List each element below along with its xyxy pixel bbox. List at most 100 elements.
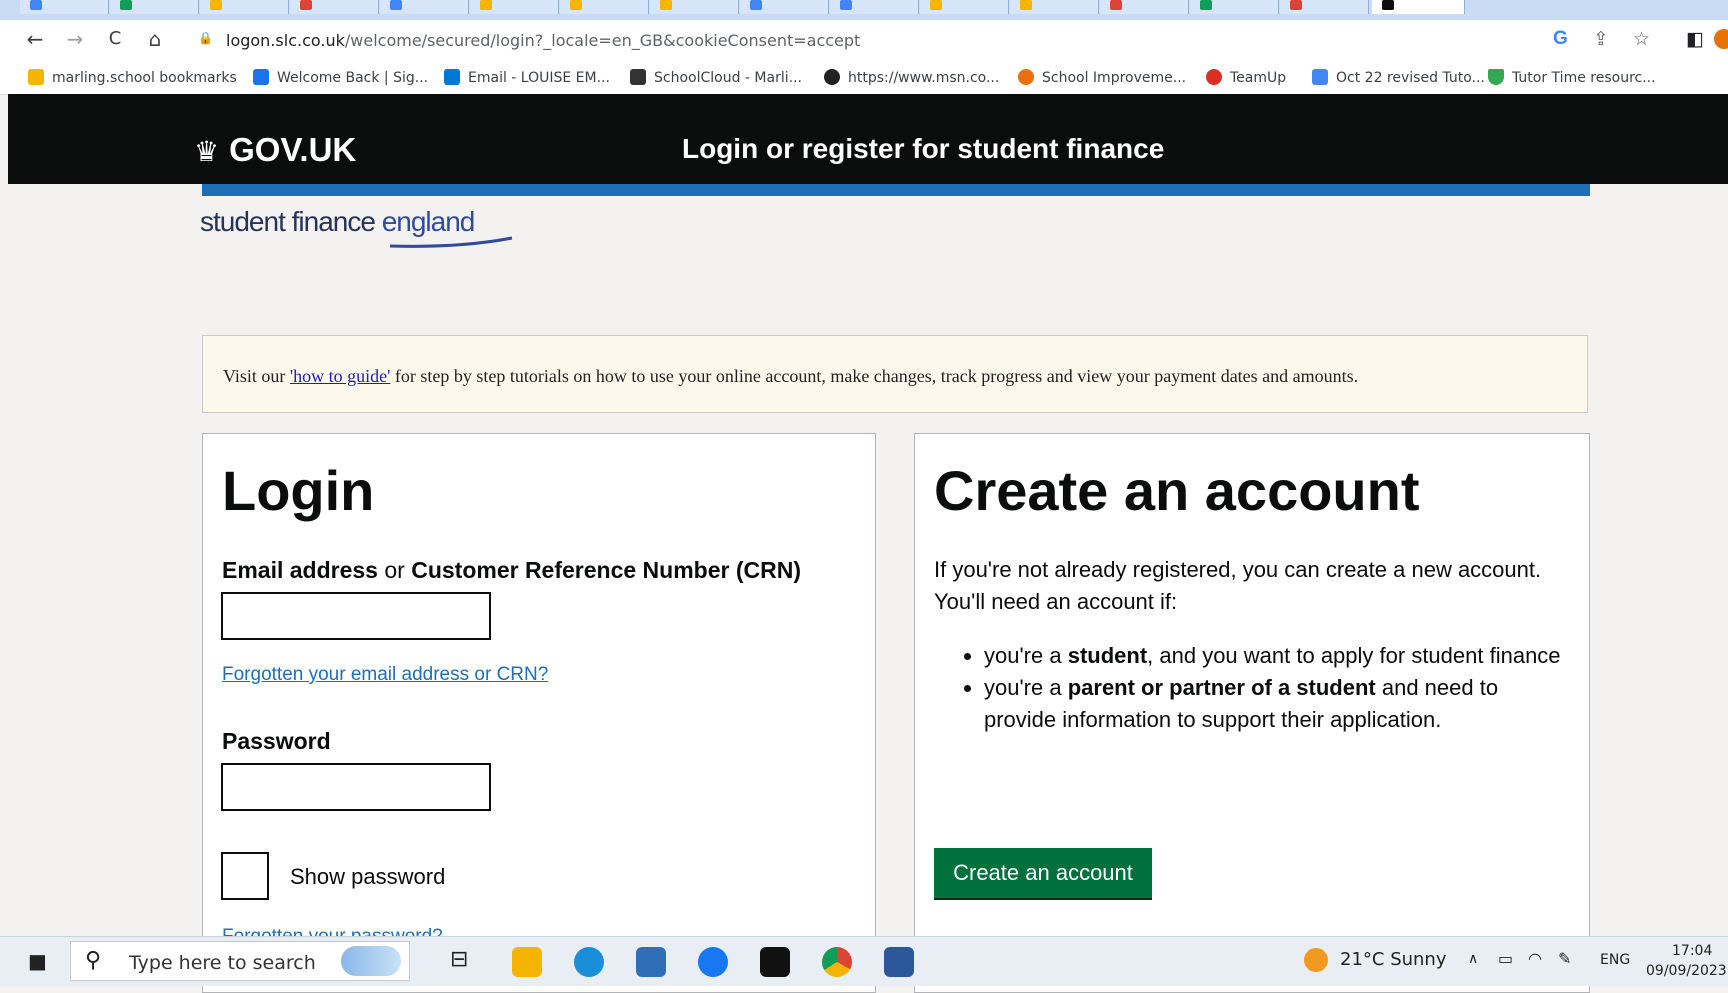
back-icon[interactable]: ← — [22, 26, 48, 52]
create-account-button[interactable]: Create an account — [934, 848, 1152, 898]
browser-tab[interactable] — [740, 0, 829, 14]
weather-widget[interactable]: 21°C Sunny — [1340, 949, 1447, 970]
browser-tab[interactable] — [200, 0, 289, 14]
tab-favicon-icon — [210, 0, 222, 10]
service-name[interactable]: Login or register for student finance — [682, 133, 1164, 165]
password-label: Password — [222, 728, 331, 754]
word-icon[interactable] — [884, 947, 914, 977]
search-placeholder: Type here to search — [129, 952, 316, 974]
folder-icon — [28, 69, 44, 85]
battery-icon[interactable]: ▭ — [1498, 949, 1513, 968]
address-bar[interactable]: 🔒 logon.slc.co.uk/welcome/secured/login?… — [186, 25, 1536, 53]
bookmark-favicon-icon — [630, 69, 646, 85]
profile-avatar[interactable] — [1714, 29, 1728, 49]
taskbar-search[interactable]: ⚲ Type here to search — [70, 941, 410, 981]
windows-start-icon[interactable]: ■ — [28, 949, 47, 973]
clock-date[interactable]: 09/09/2023 — [1646, 963, 1727, 979]
email-field[interactable] — [221, 592, 491, 640]
browser-tab[interactable] — [470, 0, 559, 14]
browser-tab[interactable] — [1100, 0, 1189, 14]
weather-sun-icon — [1304, 948, 1328, 972]
bookmark-label: School Improveme... — [1042, 70, 1187, 86]
netflix-icon[interactable] — [760, 947, 790, 977]
browser-tab[interactable] — [1280, 0, 1369, 14]
bookmark-label: Tutor Time resourc... — [1512, 70, 1656, 86]
tray-expand-icon[interactable]: ∧ — [1468, 951, 1478, 967]
facebook-icon[interactable] — [698, 947, 728, 977]
url-domain: logon.slc.co.uk — [226, 31, 345, 50]
show-password-checkbox[interactable] — [221, 852, 269, 900]
forward-icon[interactable]: → — [62, 26, 88, 52]
create-account-heading: Create an account — [934, 459, 1420, 522]
teamup-icon — [1206, 69, 1222, 85]
bookmark-item[interactable]: Tutor Time resourc... — [1488, 69, 1656, 86]
tab-favicon-icon — [390, 0, 402, 10]
bookmark-item[interactable]: School Improveme... — [1018, 69, 1186, 86]
bookmark-item[interactable]: SchoolCloud - Marli... — [630, 69, 802, 86]
tab-favicon-icon — [30, 0, 42, 10]
tab-favicon-icon — [840, 0, 852, 10]
browser-tab[interactable] — [20, 0, 109, 14]
browser-tab-active[interactable] — [1372, 0, 1465, 14]
browser-tab[interactable] — [920, 0, 1009, 14]
lock-icon: 🔒 — [198, 31, 213, 45]
tab-favicon-icon — [1020, 0, 1032, 10]
bookmark-star-icon[interactable]: ☆ — [1633, 28, 1650, 50]
bullet-bold: parent or partner of a student — [1067, 675, 1376, 700]
browser-tab[interactable] — [830, 0, 919, 14]
email-label-part2: Customer Reference Number (CRN) — [411, 557, 802, 583]
wifi-icon[interactable]: ◠ — [1528, 949, 1542, 968]
mail-icon[interactable] — [636, 947, 666, 977]
browser-tab[interactable] — [650, 0, 739, 14]
notice-banner: Visit our 'how to guide' for step by ste… — [202, 335, 1588, 413]
bookmark-label: Welcome Back | Sig... — [277, 70, 429, 86]
browser-tab[interactable] — [560, 0, 649, 14]
browser-tab[interactable] — [380, 0, 469, 14]
browser-tab[interactable] — [1010, 0, 1099, 14]
clock-time[interactable]: 17:04 — [1672, 943, 1712, 959]
bookmark-item[interactable]: Oct 22 revised Tuto... — [1312, 69, 1485, 86]
bookmark-favicon-icon — [1018, 69, 1034, 85]
task-view-icon[interactable]: ⊟ — [450, 947, 468, 972]
sidepanel-icon[interactable]: ◧ — [1686, 28, 1704, 50]
tab-favicon-icon — [1110, 0, 1122, 10]
bookmark-item[interactable]: TeamUp — [1206, 69, 1286, 86]
browser-tab[interactable] — [1190, 0, 1279, 14]
sfe-logo: student finance england — [200, 206, 513, 248]
password-field[interactable] — [221, 763, 491, 811]
pen-icon[interactable]: ✎ — [1558, 949, 1571, 968]
url-text: logon.slc.co.uk/welcome/secured/login?_l… — [226, 31, 860, 50]
search-highlight-icon — [341, 946, 401, 976]
bookmark-item[interactable]: Welcome Back | Sig... — [253, 69, 428, 86]
browser-tab[interactable] — [290, 0, 379, 14]
share-icon[interactable]: ⇪ — [1593, 28, 1609, 50]
chrome-icon[interactable] — [822, 947, 852, 977]
browser-toolbar: ← → C ⌂ 🔒 logon.slc.co.uk/welcome/secure… — [0, 20, 1728, 60]
bookmark-label: TeamUp — [1230, 70, 1287, 86]
tab-favicon-icon — [120, 0, 132, 10]
bookmark-item[interactable]: Email - LOUISE EM... — [444, 69, 610, 86]
bookmarks-bar: marling.school bookmarks Welcome Back | … — [0, 60, 1728, 95]
drive-icon — [1488, 69, 1504, 85]
google-lens-icon[interactable]: G — [1553, 28, 1568, 50]
reload-icon[interactable]: C — [102, 26, 128, 52]
create-account-intro: If you're not already registered, you ca… — [934, 557, 1542, 614]
bookmark-item[interactable]: https://www.msn.co... — [824, 69, 999, 86]
language-indicator[interactable]: ENG — [1600, 952, 1630, 968]
bookmark-item[interactable]: marling.school bookmarks — [28, 69, 237, 86]
tab-favicon-icon — [570, 0, 582, 10]
govuk-logo[interactable]: ♛ GOV.UK — [194, 131, 356, 169]
notice-prefix: Visit our — [223, 366, 290, 386]
url-path: /welcome/secured/login?_locale=en_GB&coo… — [344, 31, 861, 50]
show-password-label[interactable]: Show password — [290, 864, 445, 890]
edge-icon[interactable] — [574, 947, 604, 977]
file-explorer-icon[interactable] — [512, 947, 542, 977]
windows-taskbar: ■ ⚲ Type here to search ⊟ 21°C Sunny ∧ ▭… — [0, 936, 1728, 986]
search-icon: ⚲ — [85, 948, 102, 973]
outlook-icon — [444, 69, 460, 85]
bookmark-label: https://www.msn.co... — [848, 70, 1000, 86]
how-to-guide-link[interactable]: 'how to guide' — [290, 366, 390, 386]
home-icon[interactable]: ⌂ — [142, 26, 168, 52]
browser-tab[interactable] — [110, 0, 199, 14]
forgot-email-link[interactable]: Forgotten your email address or CRN? — [222, 664, 548, 686]
